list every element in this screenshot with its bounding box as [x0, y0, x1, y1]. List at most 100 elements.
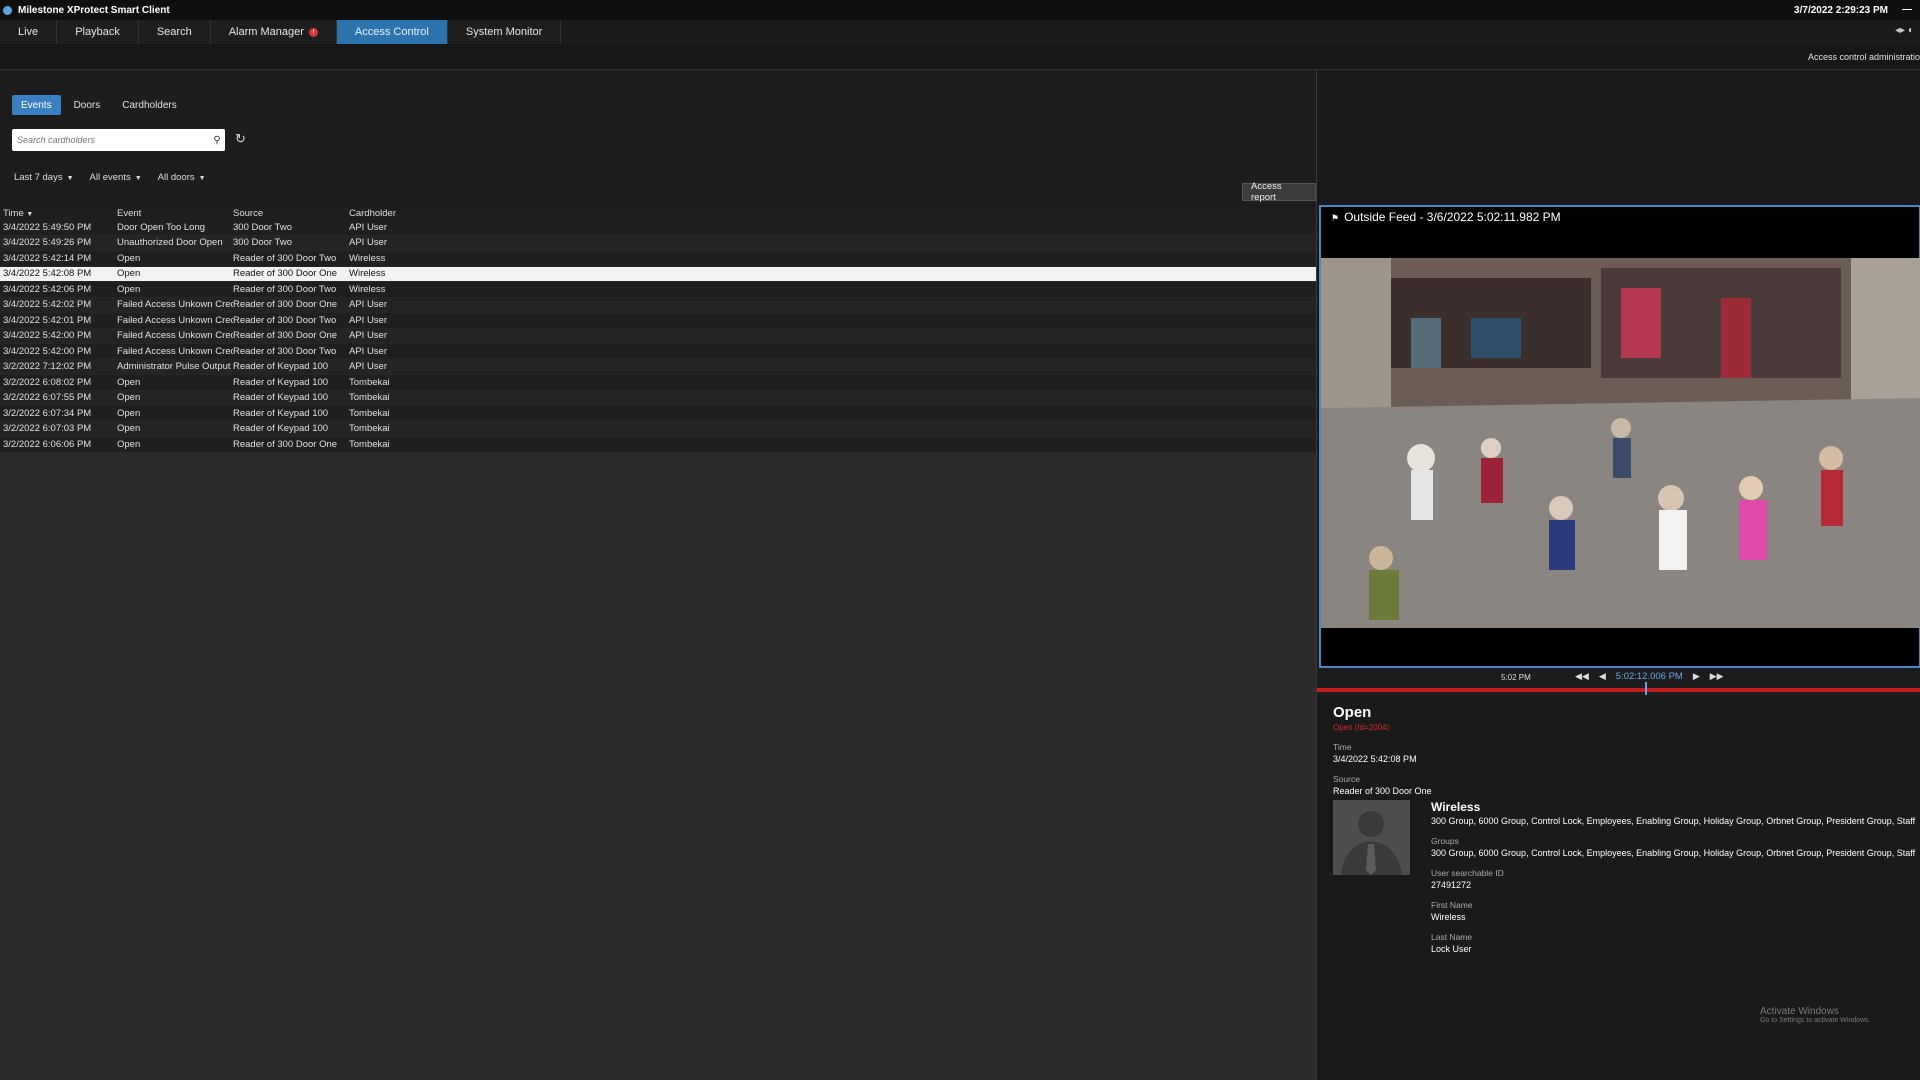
cell-event: Failed Access Unkown Credi — [117, 330, 233, 342]
title-bar: Milestone XProtect Smart Client 3/7/2022… — [0, 0, 1920, 20]
table-row[interactable]: 3/4/2022 5:42:02 PM Failed Access Unkown … — [0, 297, 1316, 313]
table-row[interactable]: 3/4/2022 5:49:50 PM Door Open Too Long 300… — [0, 220, 1316, 236]
time-label: Time — [1333, 742, 1352, 752]
tab-alarm-manager-label: Alarm Manager — [228, 26, 304, 38]
filter-doors[interactable]: All doors ▼ — [158, 172, 206, 183]
table-row[interactable]: 3/2/2022 6:07:34 PM Open Reader of Keypad … — [0, 406, 1316, 422]
table-row[interactable]: 3/4/2022 5:42:08 PM Open Reader of 300 Doo… — [0, 266, 1316, 282]
column-cardholder[interactable]: Cardholder — [349, 208, 469, 219]
cell-cardholder: Tombekai — [349, 392, 390, 404]
cell-event: Open — [117, 252, 141, 264]
cell-event: Open — [117, 423, 141, 435]
cell-event: Failed Access Unkown Credi — [117, 299, 233, 311]
step-back-icon[interactable]: ◀ — [1599, 671, 1606, 682]
cell-event: Administrator Pulse Output — [117, 361, 231, 373]
cell-cardholder: Tombekai — [349, 376, 390, 388]
video-title: ⚑ Outside Feed - 3/6/2022 5:02:11.982 PM — [1331, 210, 1561, 224]
step-forward-icon[interactable]: ▶▶ — [1710, 671, 1724, 682]
chevron-down-icon: ▼ — [66, 175, 74, 182]
tab-system-monitor-label: System Monitor — [465, 26, 543, 38]
event-title: Open — [1333, 704, 1372, 721]
cell-cardholder: Wireless — [349, 283, 386, 295]
cell-event: Unauthorized Door Open — [117, 237, 223, 249]
table-row[interactable]: 3/2/2022 6:07:03 PM Open Reader of Keypad … — [0, 421, 1316, 437]
cell-cardholder: Tombekai — [349, 438, 390, 450]
cell-source: Reader of Keypad 100 — [233, 361, 329, 373]
timeline-track[interactable] — [1317, 688, 1920, 692]
table-row[interactable]: 3/2/2022 6:06:06 PM Open Reader of 300 Doo… — [0, 437, 1316, 453]
cell-cardholder: Tombekai — [349, 407, 390, 419]
search-icon[interactable]: ⚲ — [209, 135, 225, 146]
table-row[interactable]: 3/2/2022 6:07:55 PM Open Reader of Keypad … — [0, 390, 1316, 406]
cell-time: 3/2/2022 6:07:03 PM — [3, 423, 92, 435]
source-value: Reader of 300 Door One — [1333, 786, 1432, 796]
table-row[interactable]: 3/4/2022 5:49:26 PM Unauthorized Door Ope… — [0, 235, 1316, 251]
filter-events[interactable]: All events ▼ — [90, 172, 142, 183]
cell-time: 3/2/2022 6:07:34 PM — [3, 407, 92, 419]
cell-cardholder: API User — [349, 314, 388, 326]
cell-time: 3/4/2022 5:42:14 PM — [3, 252, 92, 264]
table-row[interactable]: 3/4/2022 5:42:01 PM Failed Access Unkown … — [0, 313, 1316, 329]
first-name-label: First Name — [1431, 900, 1473, 910]
cardholder-info: Wireless 300 Group, 6000 Group, Control … — [1431, 800, 1920, 954]
last-name-value: Lock User — [1431, 944, 1472, 954]
video-tile[interactable]: ⚑ Outside Feed - 3/6/2022 5:02:11.982 PM — [1319, 205, 1920, 668]
cell-time: 3/2/2022 6:07:55 PM — [3, 392, 92, 404]
play-icon[interactable]: ▶ — [1693, 671, 1700, 682]
video-title-text: Outside Feed - 3/6/2022 5:02:11.982 PM — [1344, 210, 1561, 224]
tab-events[interactable]: Events — [12, 95, 61, 115]
column-time[interactable]: Time ▼ — [0, 208, 117, 219]
table-row[interactable]: 3/4/2022 5:42:00 PM Failed Access Unkown … — [0, 328, 1316, 344]
cell-time: 3/4/2022 5:42:06 PM — [3, 283, 92, 295]
access-control-admin-link[interactable]: Access control administratio — [1808, 52, 1920, 62]
cell-source: Reader of 300 Door One — [233, 330, 338, 342]
cell-time: 3/4/2022 5:42:00 PM — [3, 345, 92, 357]
cell-time: 3/2/2022 6:08:02 PM — [3, 376, 92, 388]
tab-search[interactable]: Search — [138, 20, 211, 44]
table-row[interactable]: 3/4/2022 5:42:00 PM Failed Access Unkown … — [0, 344, 1316, 360]
cardholder-name: Wireless — [1431, 800, 1481, 814]
minimize-button[interactable]: — — [1902, 4, 1914, 15]
cell-cardholder: Tombekai — [349, 423, 390, 435]
tab-playback[interactable]: Playback — [57, 20, 139, 44]
table-row[interactable]: 3/4/2022 5:42:06 PM Open Reader of 300 Doo… — [0, 282, 1316, 298]
cell-source: Reader of 300 Door One — [233, 438, 338, 450]
skip-start-icon[interactable]: ◀◀ — [1575, 671, 1589, 682]
camera-feed-image[interactable] — [1321, 258, 1920, 628]
playback-timeline[interactable]: 5:02 PM ◀◀ ◀ 5:02:12.006 PM ▶ ▶▶ — [1317, 668, 1920, 696]
table-row[interactable]: 3/2/2022 6:08:02 PM Open Reader of Keypad … — [0, 375, 1316, 391]
cell-cardholder: API User — [349, 330, 388, 342]
tab-cardholders[interactable]: Cardholders — [113, 95, 185, 115]
column-event[interactable]: Event — [117, 208, 233, 219]
app-title: Milestone XProtect Smart Client — [18, 4, 170, 16]
access-report-button[interactable]: Access report — [1242, 181, 1316, 203]
table-row[interactable]: 3/4/2022 5:42:14 PM Open Reader of 300 Doo… — [0, 251, 1316, 267]
tab-doors[interactable]: Doors — [65, 95, 110, 115]
table-row[interactable]: 3/2/2022 7:12:02 PM Administrator Pulse O… — [0, 359, 1316, 375]
tab-access-control[interactable]: Access Control — [336, 20, 448, 44]
flag-icon: ⚑ — [1331, 213, 1340, 223]
tab-alarm-manager[interactable]: Alarm Manager! — [210, 20, 337, 44]
column-source[interactable]: Source — [233, 208, 349, 219]
user-id-label: User searchable ID — [1431, 868, 1504, 878]
cell-source: Reader of Keypad 100 — [233, 423, 329, 435]
cell-event: Open — [117, 392, 141, 404]
last-name-label: Last Name — [1431, 932, 1473, 942]
window-controls-icon[interactable]: ◂▸ ◐ — [1895, 25, 1914, 36]
filter-period[interactable]: Last 7 days ▼ — [14, 172, 74, 183]
column-time-label: Time — [3, 207, 24, 219]
refresh-icon[interactable]: ↻ — [235, 131, 246, 147]
filter-period-label: Last 7 days — [14, 172, 63, 183]
cell-time: 3/4/2022 5:49:26 PM — [3, 237, 92, 249]
chevron-down-icon: ▼ — [198, 175, 206, 182]
cell-cardholder: API User — [349, 345, 388, 357]
search-input[interactable] — [17, 131, 209, 149]
tab-access-control-label: Access Control — [354, 26, 429, 38]
cell-event: Open — [117, 283, 141, 295]
tab-live[interactable]: Live — [0, 20, 58, 44]
cell-event: Failed Access Unkown Credi — [117, 345, 233, 357]
timeline-marker[interactable] — [1645, 682, 1647, 695]
tab-system-monitor[interactable]: System Monitor — [447, 20, 562, 44]
main-nav: Live Playback Search Alarm Manager! Acce… — [0, 20, 1920, 44]
groups-value: 300 Group, 6000 Group, Control Lock, Emp… — [1431, 848, 1916, 858]
